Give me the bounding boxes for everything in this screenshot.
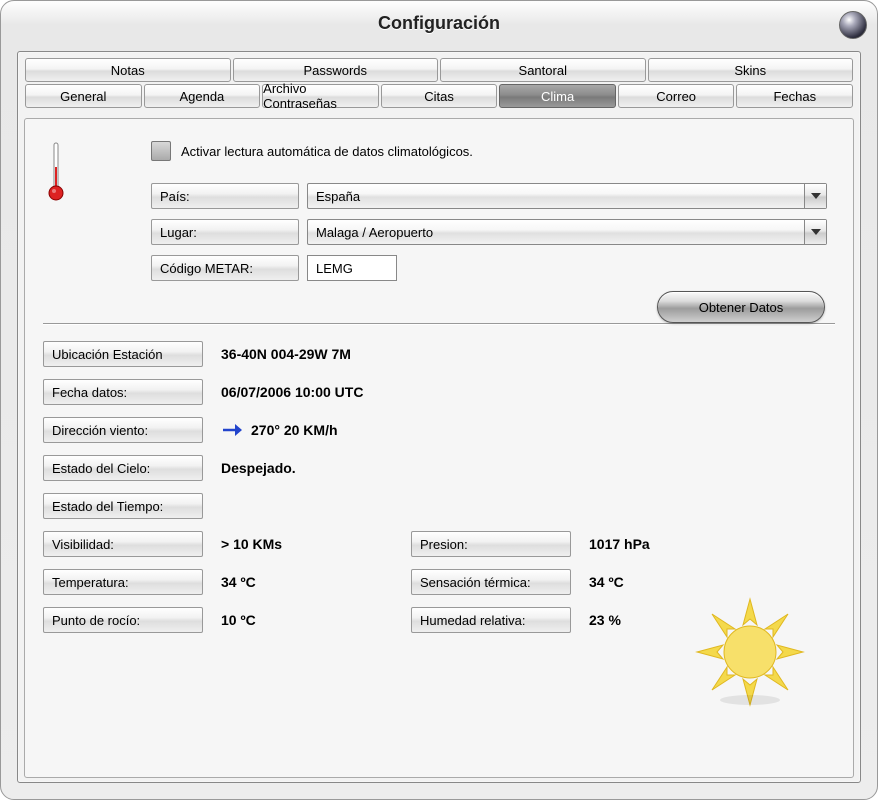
tab-notas[interactable]: Notas — [25, 58, 231, 82]
divider — [43, 323, 835, 325]
station-loc-label: Ubicación Estación — [43, 341, 203, 367]
country-select[interactable]: España — [307, 183, 827, 209]
top-tab-row: Notas Passwords Santoral Skins — [24, 58, 854, 82]
get-data-label: Obtener Datos — [699, 300, 784, 315]
tab-citas[interactable]: Citas — [381, 84, 498, 108]
arrow-right-icon — [221, 419, 243, 441]
thermometer-icon — [47, 141, 65, 203]
sky-label: Estado del Cielo: — [43, 455, 203, 481]
auto-read-label: Activar lectura automática de datos clim… — [181, 144, 473, 159]
tab-santoral[interactable]: Santoral — [440, 58, 646, 82]
close-icon[interactable] — [839, 11, 867, 39]
tab-fechas[interactable]: Fechas — [736, 84, 853, 108]
feels-value: 34 ºC — [589, 574, 739, 590]
dew-label: Punto de rocío: — [43, 607, 203, 633]
bottom-tab-row: General Agenda Archivo Contraseñas Citas… — [24, 84, 854, 108]
location-form: País: España Lugar: Malaga / Aeropuerto — [151, 183, 835, 281]
chevron-down-icon[interactable] — [804, 184, 826, 208]
clima-panel: Activar lectura automática de datos clim… — [24, 118, 854, 778]
config-window: Configuración Notas Passwords Santoral S… — [0, 0, 878, 800]
humidity-label: Humedad relativa: — [411, 607, 571, 633]
tab-correo[interactable]: Correo — [618, 84, 735, 108]
tab-skins[interactable]: Skins — [648, 58, 854, 82]
weather-data-grid: Ubicación Estación 36-40N 004-29W 7M Fec… — [43, 341, 835, 633]
metar-label: Código METAR: — [151, 255, 299, 281]
weather-state-label: Estado del Tiempo: — [43, 493, 203, 519]
sun-icon — [695, 597, 805, 707]
station-loc-value: 36-40N 004-29W 7M — [221, 346, 739, 362]
window-title: Configuración — [378, 13, 500, 34]
tab-general[interactable]: General — [25, 84, 142, 108]
get-data-button[interactable]: Obtener Datos — [657, 291, 825, 323]
content-frame: Notas Passwords Santoral Skins General A… — [17, 51, 861, 783]
temperature-value: 34 ºC — [221, 574, 401, 590]
wind-dir-value: 270° 20 KM/h — [221, 419, 739, 441]
country-label: País: — [151, 183, 299, 209]
chevron-down-icon[interactable] — [804, 220, 826, 244]
auto-read-row: Activar lectura automática de datos clim… — [151, 137, 835, 165]
date-label: Fecha datos: — [43, 379, 203, 405]
sky-value: Despejado. — [221, 460, 739, 476]
metar-value: LEMG — [316, 261, 353, 276]
place-select[interactable]: Malaga / Aeropuerto — [307, 219, 827, 245]
tab-archivo-contrasenas[interactable]: Archivo Contraseñas — [262, 84, 379, 108]
tab-passwords[interactable]: Passwords — [233, 58, 439, 82]
country-value: España — [316, 189, 360, 204]
pressure-label: Presion: — [411, 531, 571, 557]
wind-dir-label: Dirección viento: — [43, 417, 203, 443]
metar-input[interactable]: LEMG — [307, 255, 397, 281]
place-label: Lugar: — [151, 219, 299, 245]
date-value: 06/07/2006 10:00 UTC — [221, 384, 739, 400]
tab-agenda[interactable]: Agenda — [144, 84, 261, 108]
wind-dir-text: 270° 20 KM/h — [251, 422, 338, 438]
place-value: Malaga / Aeropuerto — [316, 225, 433, 240]
tab-clima[interactable]: Clima — [499, 84, 616, 108]
visibility-label: Visibilidad: — [43, 531, 203, 557]
feels-label: Sensación térmica: — [411, 569, 571, 595]
temperature-label: Temperatura: — [43, 569, 203, 595]
dew-value: 10 ºC — [221, 612, 401, 628]
auto-read-checkbox[interactable] — [151, 141, 171, 161]
titlebar: Configuración — [1, 1, 877, 45]
pressure-value: 1017 hPa — [589, 536, 739, 552]
visibility-value: > 10 KMs — [221, 536, 401, 552]
